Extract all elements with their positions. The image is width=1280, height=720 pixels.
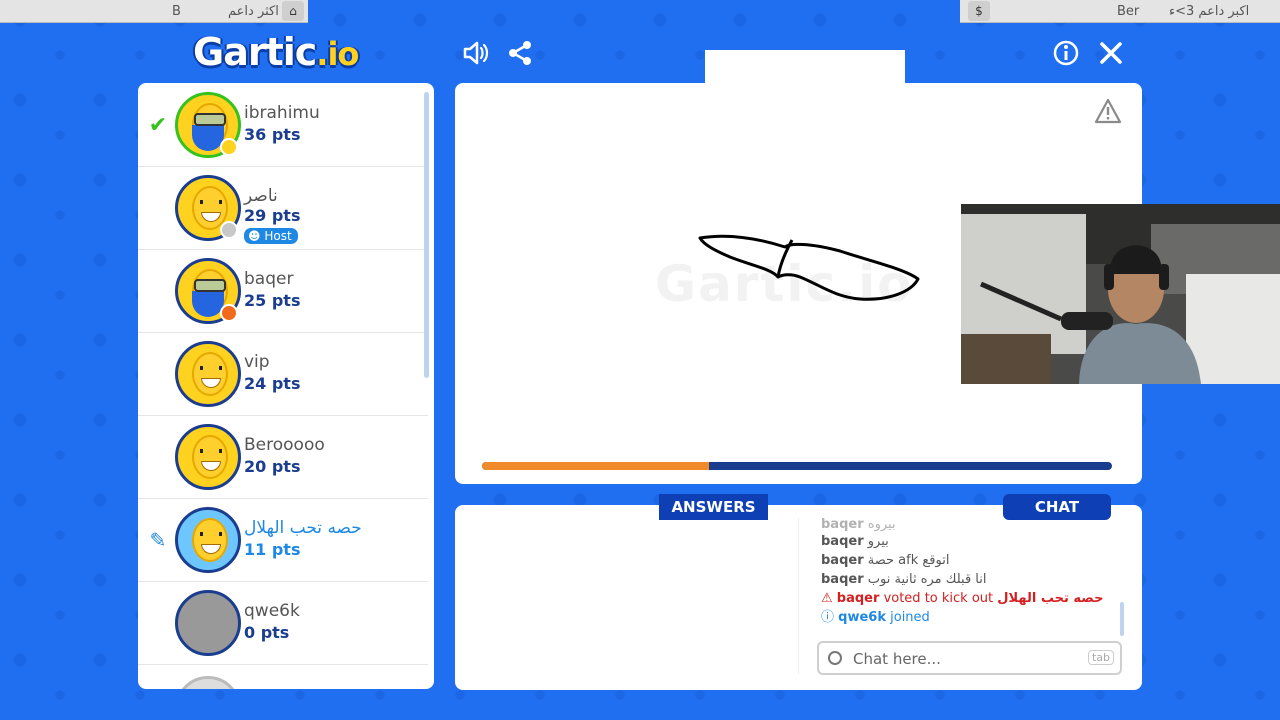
player-row[interactable]: ✎ حصه تحب الهلال 11 pts [138,498,428,582]
player-name: ناصر [244,186,278,206]
chat-kick-notice: ⚠ baqer voted to kick out حصه تحب الهلال [821,591,1104,606]
players-scrollbar[interactable] [424,92,429,378]
status-dot [220,221,238,239]
player-name: Berooooo [244,435,325,455]
player-row[interactable]: vip 24 pts [138,332,428,416]
tab-answers[interactable]: ANSWERS [659,494,768,520]
avatar [175,507,241,573]
check-icon: ✔ [148,113,168,138]
player-row[interactable]: ناصر 29 pts ☻ Host [138,166,428,250]
player-name: حصه تحب الهلال [244,518,362,538]
alert-icon: ⚠ [821,591,833,606]
players-panel: ✔ ibrahimu 36 pts ناصر 29 pts ☻ Host baq… [138,83,434,689]
pencil-icon: ✎ [149,528,167,552]
player-name: baqer [244,269,294,289]
player-points: 0 pts [244,623,290,642]
player-points: 25 pts [244,291,301,310]
strip-title: اكثر داعم [228,3,279,19]
player-name: vip [244,352,270,372]
info-icon[interactable] [1051,38,1081,68]
webcam-overlay [961,204,1280,384]
report-warning-icon[interactable] [1094,98,1122,128]
chat-scrollbar[interactable] [1120,602,1124,636]
player-row[interactable]: qwe6k 0 pts [138,581,428,665]
avatar [175,590,241,656]
gift-icon: ⌂ [282,1,304,21]
avatar [175,424,241,490]
status-dot [220,304,238,322]
player-points: 11 pts [244,540,301,559]
share-icon[interactable] [505,38,535,68]
word-hint-box [705,50,905,86]
chat-bubble-icon [828,651,842,665]
close-icon[interactable] [1096,38,1126,68]
strip-name: Ber [1117,3,1140,19]
chat-message: baqer حصة afk اتوقع [821,553,950,568]
chat-messages: baqer بيروه baqer بيرو baqer حصة afk اتو… [821,518,1111,627]
host-badge: ☻ Host [244,228,298,244]
panel-divider [798,518,799,674]
tab-key-hint: tab [1087,650,1114,665]
player-name: qwe6k [244,601,300,621]
chat-join-notice: ⓘ qwe6k joined [821,610,930,625]
player-row[interactable]: ✔ ibrahimu 36 pts [138,83,428,167]
tab-chat[interactable]: CHAT [1003,494,1111,520]
money-bag-icon: $ [968,1,990,21]
timer-progress-fill [482,462,709,470]
player-row[interactable]: Berooooo 20 pts [138,415,428,499]
avatar [175,676,241,689]
strip-title-right: اكبر داعم 3>ء [1169,3,1250,19]
chat-placeholder: Chat here... [853,650,941,668]
player-points: 29 pts [244,206,301,225]
top-strip-right: $ Ber اكبر داعم 3>ء [960,0,1280,23]
player-drawing [698,234,920,301]
player-name: ibrahimu [244,103,320,123]
sound-icon[interactable] [460,38,490,68]
chat-input[interactable]: Chat here... tab [817,641,1122,675]
player-points: 24 pts [244,374,301,393]
timer-progress-bar [482,462,1112,470]
top-strip-left: B اكثر داعم ⌂ [0,0,308,23]
gartic-logo: Gartic.io [193,30,359,74]
player-row[interactable]: baqer 25 pts [138,249,428,333]
avatar [175,341,241,407]
chat-message: baqer بيروه [821,518,896,532]
strip-letter: B [172,3,181,19]
status-dot [220,138,238,156]
info-small-icon: ⓘ [821,610,835,625]
player-points: 20 pts [244,457,301,476]
player-row-partial[interactable] [138,664,428,689]
player-points: 36 pts [244,125,301,144]
chat-message: baqer بيرو [821,534,889,549]
chat-message: baqer انا قبلك مره ثانية نوب [821,572,987,587]
